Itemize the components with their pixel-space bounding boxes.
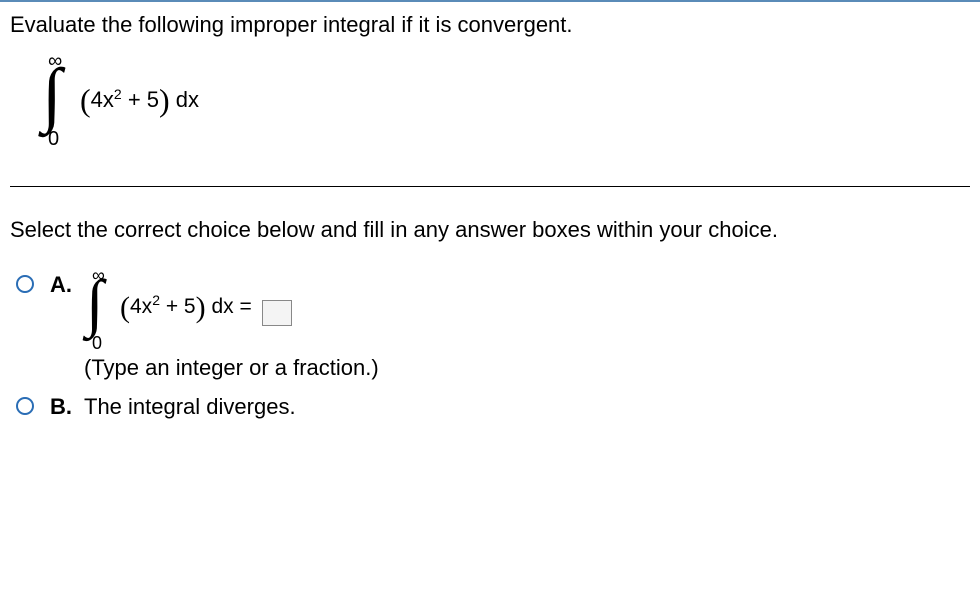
choice-b-text: The integral diverges. bbox=[84, 394, 296, 420]
choice-a-integral: ∞ ∫ 0 (4x2 + 5) dx = bbox=[84, 269, 379, 351]
choice-a-hint: (Type an integer or a fraction.) bbox=[84, 355, 379, 381]
integral-lower-bound: 0 bbox=[48, 128, 59, 151]
integrand: (4x2 + 5) dx bbox=[80, 82, 199, 119]
choices-list: A. ∞ ∫ 0 (4x2 + 5) dx = (Type an integer… bbox=[10, 271, 970, 420]
choice-b-letter: B. bbox=[50, 394, 74, 420]
question-prompt: Evaluate the following improper integral… bbox=[10, 12, 970, 38]
choice-a-body: ∞ ∫ 0 (4x2 + 5) dx = (Type an integer or… bbox=[84, 269, 379, 381]
integral-lower-bound: 0 bbox=[92, 333, 102, 354]
choice-b: B. The integral diverges. bbox=[16, 393, 970, 420]
section-divider bbox=[10, 186, 970, 187]
integral-sign: ∫ bbox=[42, 58, 62, 130]
answer-input[interactable] bbox=[262, 300, 292, 326]
radio-choice-b[interactable] bbox=[16, 397, 34, 415]
radio-choice-a[interactable] bbox=[16, 275, 34, 293]
question-container: Evaluate the following improper integral… bbox=[0, 4, 980, 442]
question-integral: ∞ ∫ 0 (4x2 + 5) dx bbox=[38, 56, 970, 146]
choice-a: A. ∞ ∫ 0 (4x2 + 5) dx = (Type an integer… bbox=[16, 271, 970, 381]
choice-instruction: Select the correct choice below and fill… bbox=[10, 217, 970, 243]
integrand: (4x2 + 5) dx = bbox=[120, 291, 292, 326]
integral-sign: ∫ bbox=[86, 271, 104, 335]
top-accent-border bbox=[0, 0, 980, 2]
choice-a-letter: A. bbox=[50, 272, 74, 298]
